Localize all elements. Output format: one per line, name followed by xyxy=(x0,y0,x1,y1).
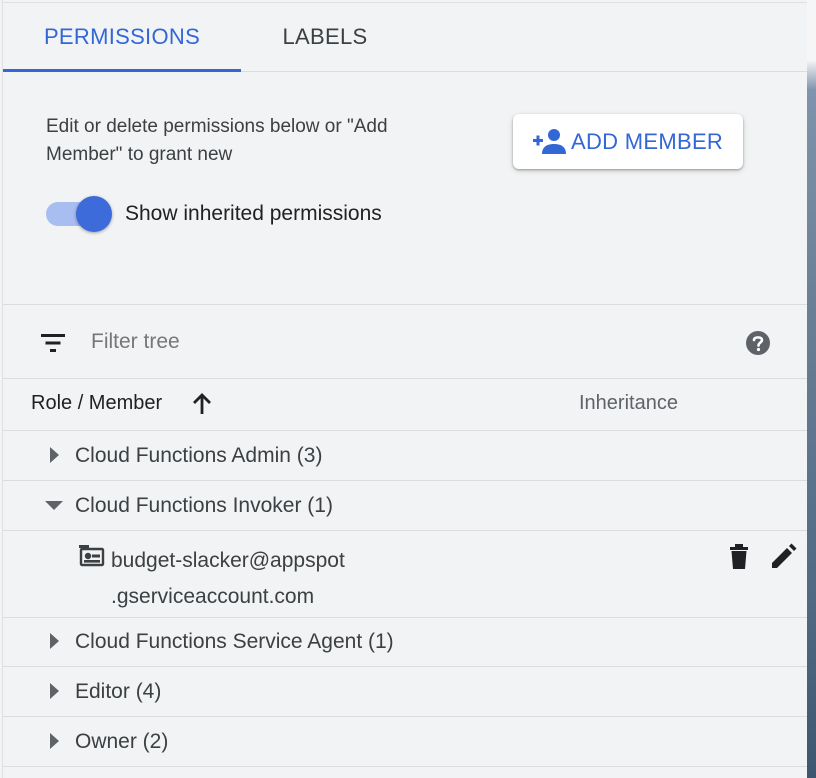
edit-icon[interactable] xyxy=(769,543,797,571)
section-divider xyxy=(3,304,807,305)
tab-labels-label: LABELS xyxy=(282,24,368,49)
add-member-button[interactable]: ADD MEMBER xyxy=(513,114,743,169)
tab-labels[interactable]: LABELS xyxy=(241,3,409,71)
role-label: Cloud Functions Admin (3) xyxy=(75,444,323,467)
member-email-line1: budget-slacker@appspot xyxy=(111,549,345,572)
member-row: budget-slacker@appspot .gserviceaccount.… xyxy=(3,531,807,618)
filter-tree-input[interactable] xyxy=(91,322,691,362)
toggle-knob xyxy=(76,196,112,232)
role-row-editor[interactable]: Editor (4) xyxy=(3,667,807,717)
permissions-panel: PERMISSIONS LABELS Edit or delete permis… xyxy=(2,0,807,778)
role-row-cloud-functions-admin[interactable]: Cloud Functions Admin (3) xyxy=(3,431,807,481)
permissions-description: Edit or delete permissions below or "Add… xyxy=(46,116,388,165)
role-member-column-header: Role / Member xyxy=(31,392,163,414)
member-email: budget-slacker@appspot .gserviceaccount.… xyxy=(111,543,411,615)
active-tab-indicator xyxy=(3,69,241,72)
caret-right-icon[interactable] xyxy=(43,680,65,702)
sort-ascending-icon[interactable] xyxy=(189,391,215,417)
role-label: Cloud Functions Service Agent (1) xyxy=(75,630,394,653)
tab-permissions[interactable]: PERMISSIONS xyxy=(3,3,241,72)
caret-down-icon[interactable] xyxy=(43,495,65,517)
role-row-cloud-functions-service-agent[interactable]: Cloud Functions Service Agent (1) xyxy=(3,617,807,667)
caret-right-icon[interactable] xyxy=(43,444,65,466)
inherited-permissions-label: Show inherited permissions xyxy=(125,202,382,225)
background-image-edge xyxy=(806,0,816,778)
caret-right-icon[interactable] xyxy=(43,630,65,652)
table-top-divider xyxy=(3,378,807,379)
role-label: Owner (2) xyxy=(75,730,169,753)
role-row-cloud-functions-invoker[interactable]: Cloud Functions Invoker (1) xyxy=(3,481,807,531)
table-header: Role / Member Inheritance xyxy=(3,380,807,431)
role-label: Cloud Functions Invoker (1) xyxy=(75,494,333,517)
tab-permissions-label: PERMISSIONS xyxy=(43,24,201,49)
role-label: Editor (4) xyxy=(75,680,162,703)
tab-bar: PERMISSIONS LABELS xyxy=(3,3,807,72)
inheritance-column-header: Inheritance xyxy=(579,392,678,414)
help-icon[interactable] xyxy=(744,329,772,357)
service-account-icon xyxy=(79,545,105,567)
add-member-label: ADD MEMBER xyxy=(571,129,724,154)
member-email-line2: .gserviceaccount.com xyxy=(111,585,315,608)
person-add-icon xyxy=(533,129,566,154)
role-row-owner[interactable]: Owner (2) xyxy=(3,717,807,767)
inherited-permissions-toggle[interactable] xyxy=(46,196,112,232)
delete-icon[interactable] xyxy=(727,543,751,571)
filter-icon xyxy=(41,334,65,352)
caret-right-icon[interactable] xyxy=(43,730,65,752)
